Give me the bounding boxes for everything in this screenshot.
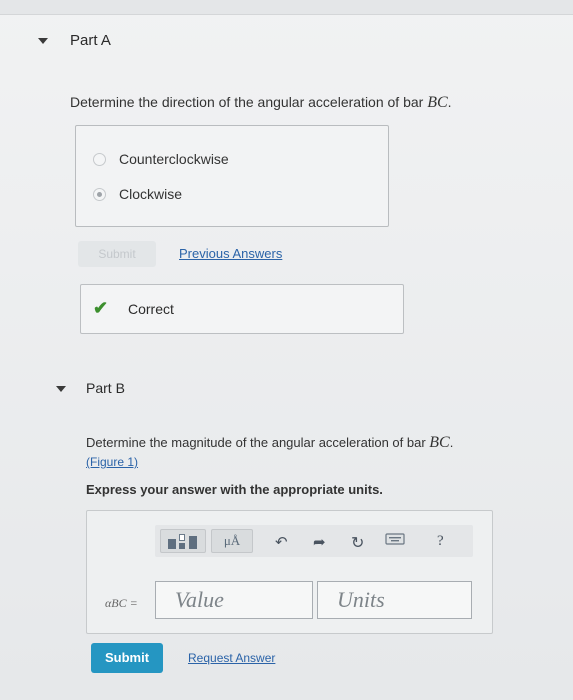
- part-a-submit-button[interactable]: Submit: [78, 241, 156, 267]
- part-a-question-end: .: [447, 94, 452, 110]
- undo-icon[interactable]: ↶: [275, 533, 288, 551]
- part-a-title: Part A: [70, 32, 111, 49]
- units-button[interactable]: μÅ: [211, 529, 253, 553]
- redo-icon[interactable]: ➦: [313, 533, 326, 551]
- previous-answers-link[interactable]: Previous Answers: [179, 246, 282, 261]
- request-answer-link[interactable]: Request Answer: [188, 651, 275, 665]
- part-b-question: Determine the magnitude of the angular a…: [86, 434, 453, 452]
- answer-choices: Counterclockwise Clockwise: [75, 125, 389, 227]
- top-divider: [0, 0, 573, 15]
- radio-counterclockwise[interactable]: [93, 152, 106, 166]
- choice-counterclockwise[interactable]: Counterclockwise: [93, 151, 229, 167]
- feedback-label: Correct: [128, 301, 174, 317]
- collapse-part-b-icon[interactable]: [56, 386, 66, 392]
- choice-label: Clockwise: [119, 186, 183, 202]
- part-b-question-var: BC: [429, 434, 450, 451]
- choice-label: Counterclockwise: [119, 151, 229, 167]
- collapse-part-a-icon[interactable]: [38, 38, 48, 44]
- value-input[interactable]: Value: [155, 581, 313, 619]
- templates-button[interactable]: [160, 529, 206, 553]
- variable-label: αBC =: [105, 596, 138, 610]
- reset-icon[interactable]: ↻: [351, 533, 364, 553]
- mastering-panel: Part A Determine the direction of the an…: [0, 0, 573, 700]
- part-a-question-text: Determine the direction of the angular a…: [70, 94, 428, 110]
- radio-clockwise[interactable]: [93, 187, 106, 201]
- keyboard-icon[interactable]: [385, 532, 405, 550]
- help-button[interactable]: ?: [437, 533, 444, 550]
- part-a-question: Determine the direction of the angular a…: [70, 94, 452, 112]
- part-b-question-end: .: [449, 435, 454, 450]
- part-b-submit-button[interactable]: Submit: [91, 643, 163, 673]
- choice-clockwise[interactable]: Clockwise: [93, 186, 182, 202]
- checkmark-icon: ✔: [93, 298, 109, 318]
- part-a-question-var: BC: [427, 94, 448, 111]
- answer-entry-box: μÅ ↶ ➦ ↻ ? αBC = Value Units: [86, 510, 493, 634]
- feedback-box: ✔ Correct: [80, 284, 404, 334]
- part-b-question-text: Determine the magnitude of the angular a…: [86, 435, 430, 450]
- units-input[interactable]: Units: [317, 581, 472, 619]
- part-b-instruction: Express your answer with the appropriate…: [86, 482, 383, 497]
- figure-link[interactable]: (Figure 1): [86, 455, 138, 469]
- part-b-title: Part B: [86, 380, 125, 396]
- math-toolbar: μÅ ↶ ➦ ↻ ?: [155, 525, 473, 557]
